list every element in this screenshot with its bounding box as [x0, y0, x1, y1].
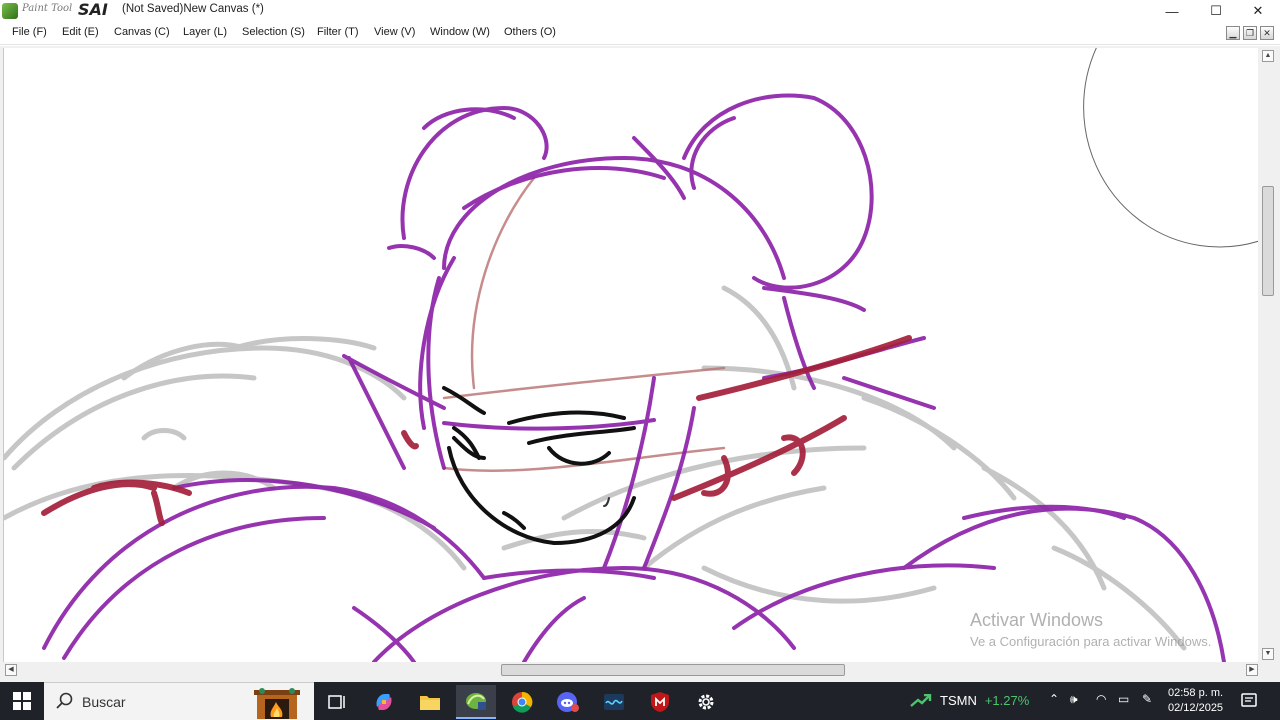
- canvas-frame: [0, 46, 1280, 682]
- copilot-button[interactable]: [364, 685, 404, 719]
- mcafee-icon: [651, 692, 669, 712]
- menu-view[interactable]: View (V): [374, 26, 415, 38]
- battery-icon[interactable]: ▭: [1118, 692, 1129, 706]
- search-icon: [56, 692, 73, 709]
- task-view-button[interactable]: [317, 685, 357, 719]
- settings-icon: [698, 694, 714, 710]
- maximize-button[interactable]: ☐: [1194, 0, 1238, 22]
- windows-logo-icon: [13, 692, 31, 710]
- menu-canvas[interactable]: Canvas (C): [114, 26, 170, 38]
- search-placeholder: Buscar: [82, 694, 126, 710]
- mdi-close-button[interactable]: ✕: [1260, 26, 1274, 40]
- drawing-canvas[interactable]: [3, 48, 1258, 662]
- menu-layer[interactable]: Layer (L): [183, 26, 227, 38]
- window-title: (Not Saved)New Canvas (*): [122, 3, 264, 15]
- fireplace-icon: [254, 688, 300, 719]
- activate-windows-watermark: Activar Windows Ve a Configuración para …: [970, 610, 1211, 649]
- app-name-small: Paint Tool: [22, 3, 73, 14]
- pen-icon[interactable]: ✎: [1142, 692, 1152, 706]
- app-logo: Paint Tool SAI: [2, 0, 108, 21]
- paint-tool-sai-taskbar-button[interactable]: [456, 685, 496, 719]
- vertical-scrollbar[interactable]: ▲ ▼: [1260, 48, 1276, 662]
- stock-widget[interactable]: TSMN +1.27%: [940, 693, 1029, 708]
- mdi-restore-button[interactable]: ❐: [1243, 26, 1257, 40]
- menu-selection[interactable]: Selection (S): [242, 26, 305, 38]
- vertical-scroll-thumb[interactable]: [1262, 186, 1274, 296]
- stock-change: +1.27%: [984, 693, 1030, 708]
- start-button[interactable]: [0, 682, 44, 720]
- chrome-button[interactable]: [502, 685, 542, 719]
- discord-button[interactable]: [548, 685, 588, 719]
- menu-others[interactable]: Others (O): [504, 26, 556, 38]
- file-explorer-icon: [420, 696, 440, 710]
- copilot-icon: [376, 694, 392, 710]
- menu-edit[interactable]: Edit (E): [62, 26, 99, 38]
- notification-center-icon[interactable]: [1240, 692, 1258, 710]
- menu-filter[interactable]: Filter (T): [317, 26, 359, 38]
- activate-windows-title: Activar Windows: [970, 610, 1104, 630]
- wave-app-button[interactable]: [594, 685, 634, 719]
- stock-symbol: TSMN: [940, 693, 977, 708]
- horizontal-scrollbar[interactable]: ◀ ▶: [3, 662, 1260, 678]
- task-view-icon: [328, 695, 345, 709]
- mcafee-button[interactable]: [640, 685, 680, 719]
- clock-time: 02:58 p. m.: [1168, 687, 1224, 699]
- minimize-button[interactable]: —: [1150, 0, 1194, 22]
- file-explorer-button[interactable]: [410, 685, 450, 719]
- close-button[interactable]: ✕: [1236, 0, 1280, 22]
- menu-bar: File (F) Edit (E) Canvas (C) Layer (L) S…: [0, 22, 1280, 45]
- paint-tool-sai-icon: [466, 693, 486, 710]
- maximize-icon: ☐: [1210, 3, 1222, 18]
- show-hidden-icons-chevron-icon[interactable]: ⌃: [1049, 692, 1059, 706]
- discord-icon: [557, 692, 579, 712]
- wave-app-icon: [604, 694, 624, 710]
- stock-trend-icon: [910, 694, 932, 707]
- minimize-icon: —: [1165, 3, 1179, 19]
- app-name-big: SAI: [78, 0, 108, 19]
- title-bar: Paint Tool SAI (Not Saved)New Canvas (*)…: [0, 0, 1280, 22]
- horizontal-scroll-thumb[interactable]: [501, 664, 845, 676]
- clock[interactable]: 02:58 p. m. 02/12/2025: [1168, 686, 1223, 716]
- menu-window[interactable]: Window (W): [430, 26, 490, 38]
- settings-button[interactable]: [686, 685, 726, 719]
- scroll-right-arrow-icon[interactable]: ▶: [1246, 664, 1258, 676]
- close-icon: ✕: [1252, 3, 1264, 18]
- taskbar: Buscar TSMN +1.27% ⌃ 🕪 ◠ ▭ ✎ 02:58 p. m.…: [0, 682, 1280, 720]
- sketch-artwork: [4, 48, 1258, 662]
- scroll-down-arrow-icon[interactable]: ▼: [1262, 648, 1274, 660]
- volume-icon[interactable]: 🕪: [1070, 692, 1078, 707]
- scroll-up-arrow-icon[interactable]: ▲: [1262, 50, 1274, 62]
- chrome-icon: [512, 691, 533, 713]
- mdi-minimize-button[interactable]: ▁: [1226, 26, 1240, 40]
- wifi-icon[interactable]: ◠: [1096, 692, 1106, 706]
- sai-leaf-icon: [2, 3, 18, 19]
- activate-windows-subtitle: Ve a Configuración para activar Windows.: [970, 634, 1212, 649]
- menu-file[interactable]: File (F): [12, 26, 47, 38]
- clock-date: 02/12/2025: [1168, 702, 1224, 714]
- taskbar-search[interactable]: Buscar: [44, 682, 314, 720]
- scroll-left-arrow-icon[interactable]: ◀: [5, 664, 17, 676]
